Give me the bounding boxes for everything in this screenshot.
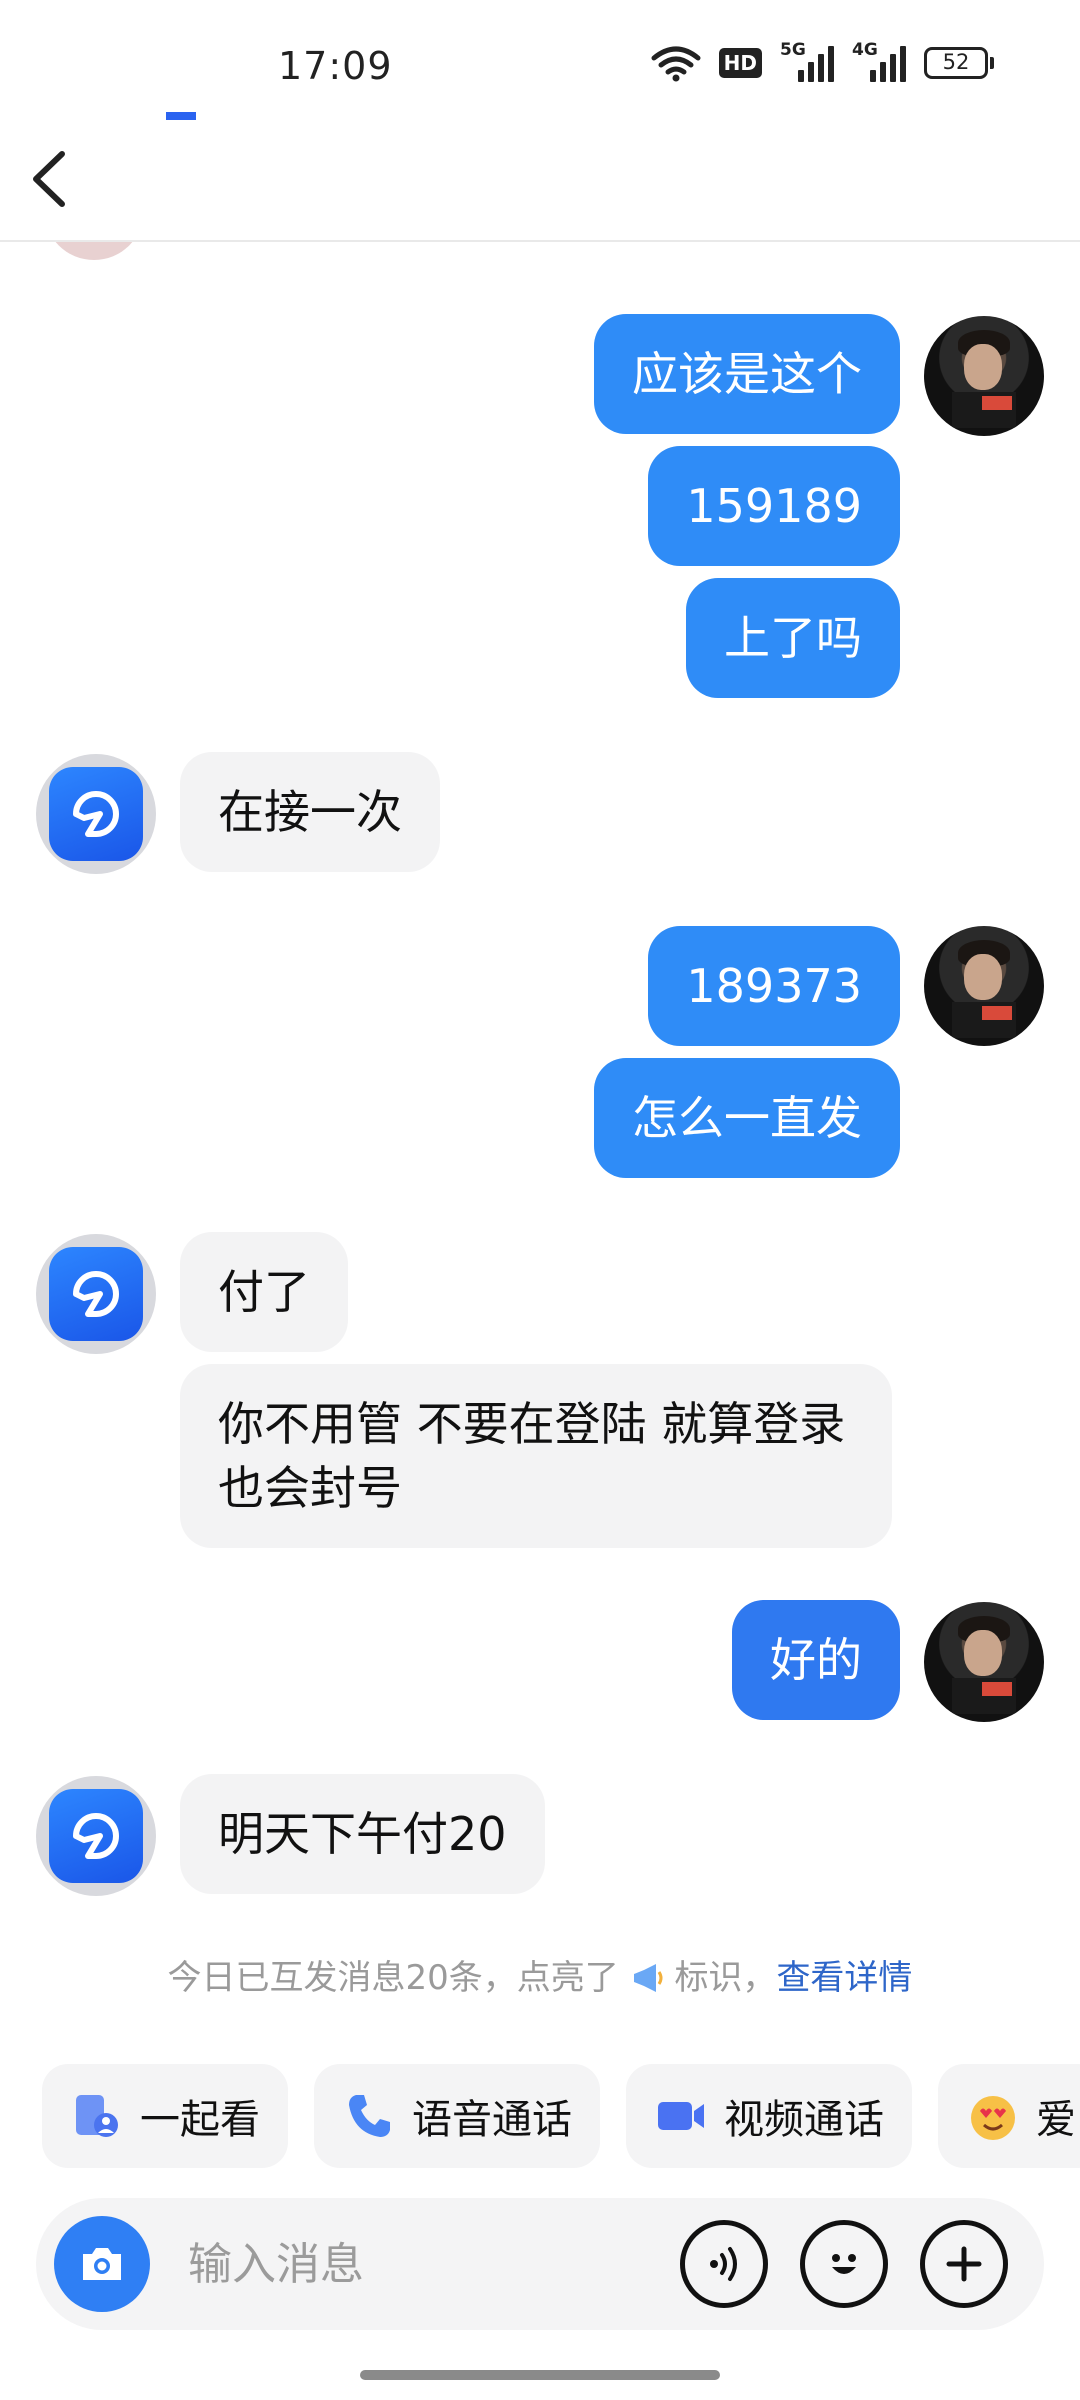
video-camera-icon xyxy=(658,2102,704,2130)
heart-eyes-emoji-icon xyxy=(971,2096,1015,2140)
app-logo-icon xyxy=(49,767,143,861)
phone-icon xyxy=(349,2095,390,2137)
signal-5g-icon: 5G xyxy=(780,40,834,82)
notice-suffix: 标识， xyxy=(674,1958,777,1998)
voice-call-button[interactable]: 语音通话 xyxy=(314,2064,600,2168)
home-indicator[interactable] xyxy=(360,2370,720,2380)
message-input[interactable] xyxy=(188,2230,688,2298)
camera-icon xyxy=(83,2248,121,2280)
chat-header xyxy=(0,120,1080,242)
quick-action-label: 语音通话 xyxy=(412,2097,572,2143)
outgoing-message[interactable]: 159189 xyxy=(648,446,900,566)
my-avatar[interactable] xyxy=(924,926,1044,1046)
my-avatar[interactable] xyxy=(924,1602,1044,1722)
incoming-message[interactable]: 你不用管 不要在登陆 就算登录也会封号 xyxy=(180,1364,892,1548)
status-time: 17:09 xyxy=(278,44,393,88)
back-icon[interactable] xyxy=(22,144,78,214)
love-button[interactable]: 爱 xyxy=(938,2064,1080,2168)
daily-interaction-notice: 今日已互发消息20条，点亮了 标识，查看详情 xyxy=(0,1950,1080,1999)
app-logo-icon xyxy=(49,1247,143,1341)
app-logo-icon xyxy=(49,1789,143,1883)
net-type-5g: 5G xyxy=(780,40,806,60)
contact-avatar[interactable] xyxy=(36,1776,156,1896)
message-input-bar xyxy=(36,2198,1044,2330)
battery-icon: 52 xyxy=(924,47,994,79)
emoji-icon xyxy=(832,2254,856,2274)
outgoing-message[interactable]: 上了吗 xyxy=(686,578,900,698)
my-avatar[interactable] xyxy=(924,316,1044,436)
incoming-message[interactable]: 付了 xyxy=(180,1232,348,1352)
plus-icon xyxy=(946,2246,982,2282)
camera-button[interactable] xyxy=(54,2216,150,2312)
outgoing-message[interactable]: 怎么一直发 xyxy=(594,1058,900,1178)
quick-actions-bar: 一起看 语音通话 视频通话 爱 xyxy=(42,2064,1080,2168)
voice-waves-icon xyxy=(710,2247,737,2281)
hd-voice-icon: HD xyxy=(718,48,762,78)
signal-4g-icon: 4G xyxy=(852,40,906,82)
outgoing-message[interactable]: 好的 xyxy=(732,1600,900,1720)
voice-input-button[interactable] xyxy=(680,2220,768,2308)
watch-together-button[interactable]: 一起看 xyxy=(42,2064,288,2168)
battery-level: 52 xyxy=(924,47,988,79)
status-bar: 17:09 HD 5G 4G 52 xyxy=(0,0,1080,120)
quick-action-label: 一起看 xyxy=(140,2097,260,2143)
incoming-message[interactable]: 在接一次 xyxy=(180,752,440,872)
contact-avatar[interactable] xyxy=(36,1234,156,1354)
quick-action-label: 爱 xyxy=(1036,2097,1076,2143)
video-call-button[interactable]: 视频通话 xyxy=(626,2064,912,2168)
incoming-message[interactable]: 明天下午付20 xyxy=(180,1774,545,1894)
quick-action-label: 视频通话 xyxy=(724,2097,884,2143)
outgoing-message[interactable]: 189373 xyxy=(648,926,900,1046)
contact-avatar[interactable] xyxy=(36,754,156,874)
wifi-icon xyxy=(651,46,701,82)
more-plus-button[interactable] xyxy=(920,2220,1008,2308)
watch-together-icon xyxy=(76,2095,118,2137)
notice-prefix: 今日已互发消息20条，点亮了 xyxy=(167,1958,619,1998)
net-type-4g: 4G xyxy=(852,40,878,60)
outgoing-message[interactable]: 应该是这个 xyxy=(594,314,900,434)
view-details-link[interactable]: 查看详情 xyxy=(776,1958,912,1998)
emoji-button[interactable] xyxy=(800,2220,888,2308)
megaphone-badge-icon xyxy=(633,1964,663,1992)
status-icons: HD 5G 4G 52 xyxy=(651,40,994,82)
